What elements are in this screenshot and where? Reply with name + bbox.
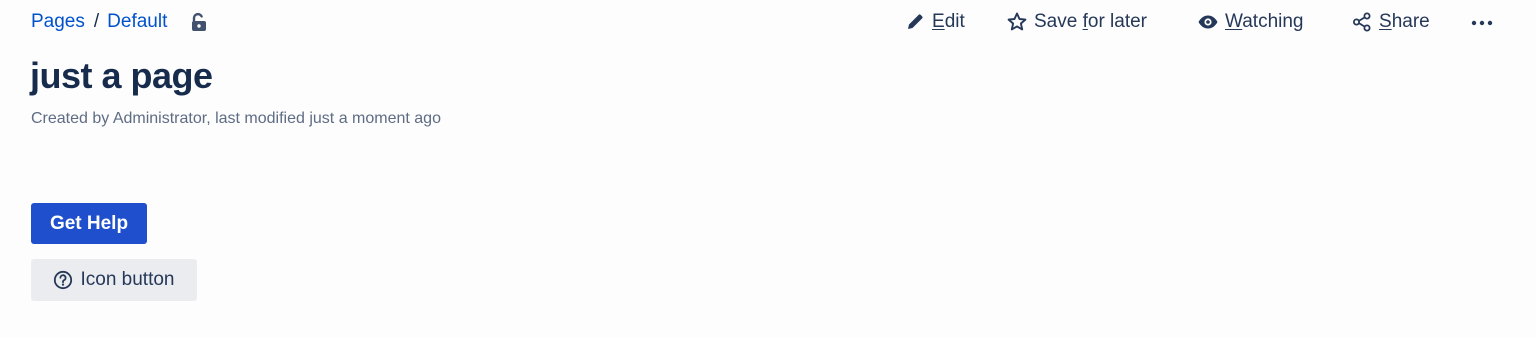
breadcrumb: Pages / Default xyxy=(31,10,209,34)
pencil-icon xyxy=(904,11,926,33)
page-byline: Created by Administrator, last modified … xyxy=(31,110,441,127)
icon-button-label: Icon button xyxy=(80,269,175,290)
star-icon xyxy=(1006,11,1028,33)
breadcrumb-default-link[interactable]: Default xyxy=(107,10,167,34)
share-label: Share xyxy=(1379,11,1430,32)
unlocked-padlock-icon[interactable] xyxy=(189,11,209,33)
confluence-page: Pages / Default Edit Save for later Watc… xyxy=(0,0,1536,337)
save-for-later-button[interactable]: Save for later xyxy=(1006,8,1147,36)
icon-button[interactable]: Icon button xyxy=(31,259,197,301)
page-title: just a page xyxy=(30,55,213,96)
watching-label: Watching xyxy=(1225,11,1304,32)
share-icon xyxy=(1351,11,1373,33)
save-for-later-label: Save for later xyxy=(1034,11,1148,32)
eye-icon xyxy=(1197,11,1219,33)
breadcrumb-pages-link[interactable]: Pages xyxy=(31,10,85,34)
more-actions-button[interactable] xyxy=(1467,8,1497,36)
share-button[interactable]: Share xyxy=(1351,8,1430,36)
breadcrumb-separator: / xyxy=(93,11,100,32)
ellipsis-icon xyxy=(1471,13,1493,31)
watching-button[interactable]: Watching xyxy=(1197,8,1304,36)
edit-label: Edit xyxy=(932,11,965,32)
get-help-button[interactable]: Get Help xyxy=(31,203,147,244)
edit-button[interactable]: Edit xyxy=(904,8,965,36)
question-circle-icon xyxy=(53,270,73,290)
